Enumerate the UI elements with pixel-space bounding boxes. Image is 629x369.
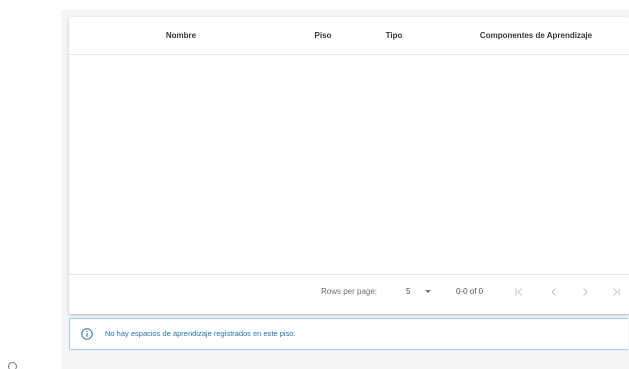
rows-per-page-label: Rows per page: <box>321 287 378 296</box>
table-header: Nombre Piso Tipo Componentes de Aprendiz… <box>69 17 629 55</box>
empty-state-alert: No hay espacios de aprendizaje registrad… <box>69 318 628 350</box>
alert-message: No hay espacios de aprendizaje registrad… <box>105 329 296 338</box>
circle-icon <box>8 362 17 369</box>
next-page-button[interactable] <box>574 281 596 303</box>
last-page-button[interactable] <box>605 281 627 303</box>
content-area: Nombre Piso Tipo Componentes de Aprendiz… <box>61 10 629 369</box>
column-header-tipo[interactable]: Tipo <box>386 17 403 54</box>
previous-page-button[interactable] <box>543 281 565 303</box>
last-page-icon <box>613 288 620 296</box>
column-header-componentes[interactable]: Componentes de Aprendizaje <box>480 17 592 54</box>
chevron-left-icon <box>551 288 556 296</box>
pagination-range: 0-0 of 0 <box>456 287 484 296</box>
dropdown-caret-icon <box>425 290 431 293</box>
first-page-button[interactable] <box>508 281 530 303</box>
first-page-icon <box>515 288 522 296</box>
rows-per-page-select[interactable]: 5 <box>403 275 439 309</box>
chevron-right-icon <box>583 288 588 296</box>
info-circle-icon <box>81 328 93 340</box>
table-pagination: Rows per page: 5 0-0 of 0 <box>69 274 629 315</box>
table-body <box>69 55 629 274</box>
column-header-nombre[interactable]: Nombre <box>166 17 196 54</box>
learning-spaces-table: Nombre Piso Tipo Componentes de Aprendiz… <box>69 17 629 314</box>
column-header-piso[interactable]: Piso <box>315 17 332 54</box>
rows-per-page-value: 5 <box>406 287 411 296</box>
page: Nombre Piso Tipo Componentes de Aprendiz… <box>0 0 629 369</box>
